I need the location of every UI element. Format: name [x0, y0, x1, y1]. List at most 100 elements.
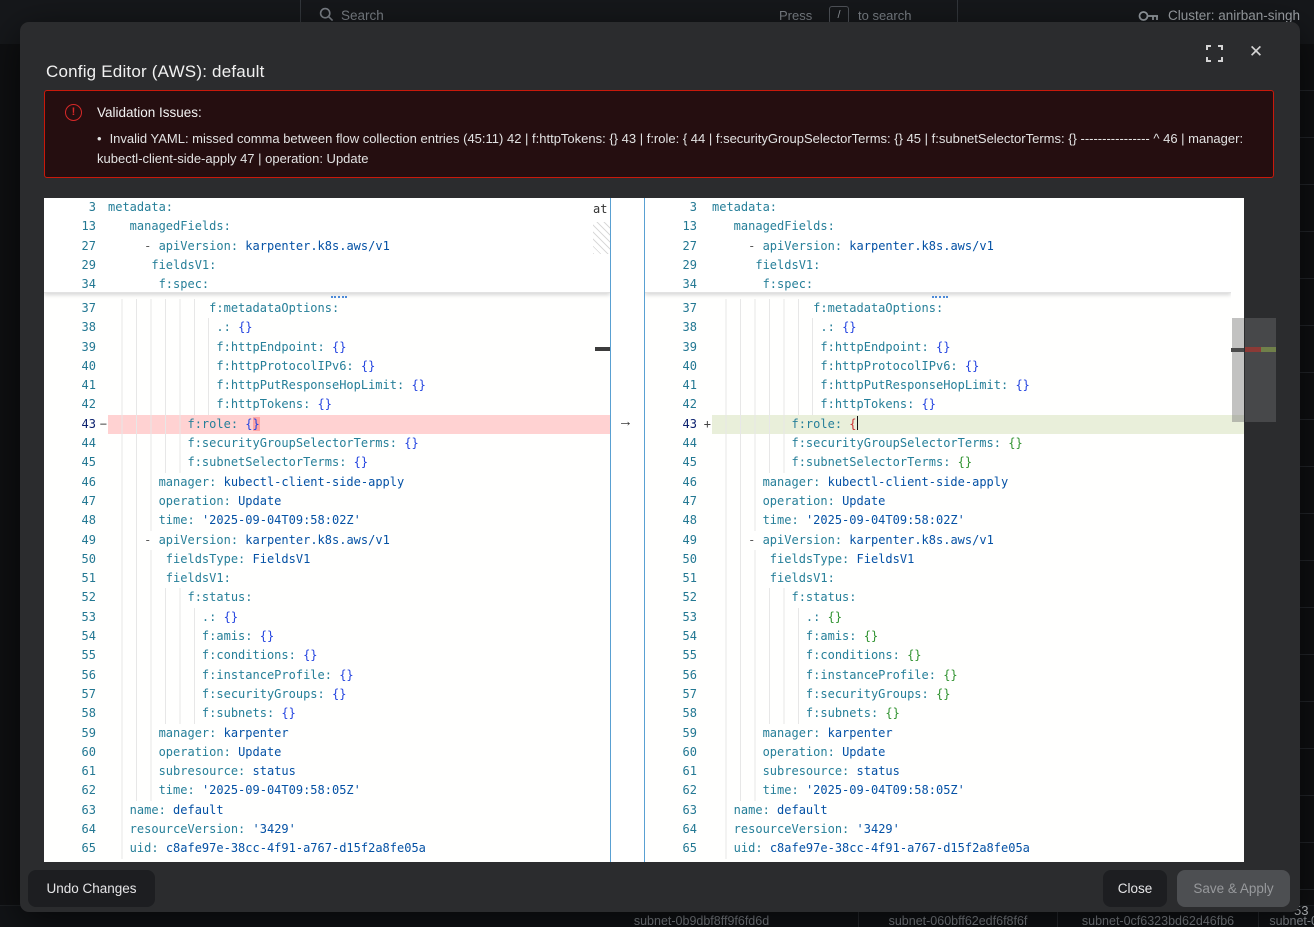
code-line: 45 f:subnetSelectorTerms: {} [44, 453, 610, 472]
error-squiggle [932, 294, 948, 298]
code-line: 66spec: [44, 859, 610, 862]
sticky-scroll-right: 3metadata:13 managedFields:27 - apiVersi… [645, 198, 1231, 293]
code-line: 47 operation: Update [645, 492, 1231, 511]
code-line: 46 manager: kubectl-client-side-apply [44, 473, 610, 492]
code-line: 42 f:httpTokens: {} [645, 395, 1231, 414]
code-line: 13 managedFields: [44, 217, 610, 236]
code-line: 56 f:instanceProfile: {} [44, 666, 610, 685]
close-button[interactable]: Close [1103, 870, 1167, 907]
code-line: 48 time: '2025-09-04T09:58:02Z' [645, 511, 1231, 530]
code-line: 47 operation: Update [44, 492, 610, 511]
diff-modified-pane[interactable]: 3metadata:13 managedFields:27 - apiVersi… [645, 198, 1231, 862]
code-line: 39 f:httpEndpoint: {} [44, 338, 610, 357]
code-line: 58 f:subnets: {} [44, 704, 610, 723]
code-line: 29 fieldsV1: [44, 256, 610, 275]
code-line: 50 fieldsType: FieldsV1 [645, 550, 1231, 569]
code-line: 51 fieldsV1: [44, 569, 610, 588]
code-line: 43− f:role: {} [44, 415, 610, 434]
clipped-code-fragment: at [593, 200, 607, 218]
overview-ruler-mark [595, 347, 610, 351]
diff-original-pane[interactable]: 3metadata:13 managedFields:27 - apiVersi… [44, 198, 610, 862]
yaml-diff-editor: 3metadata:13 managedFields:27 - apiVersi… [44, 198, 1276, 862]
code-line: 49 - apiVersion: karpenter.k8s.aws/v1 [44, 531, 610, 550]
code-line: 48 time: '2025-09-04T09:58:02Z' [44, 511, 610, 530]
cluster-label: Cluster: anirban-singh [1168, 8, 1300, 23]
code-line: 38 .: {} [645, 318, 1231, 337]
code-line: 46 manager: kubectl-client-side-apply [645, 473, 1231, 492]
diff-overview-ruler[interactable] [1245, 198, 1276, 862]
vertical-scrollbar[interactable] [1231, 198, 1244, 862]
screen: Search Press / to search Cluster: anirba… [0, 0, 1314, 927]
code-line: 65 uid: c8afe97e-38cc-4f91-a767-d15f2a8f… [44, 839, 610, 858]
code-line: 54 f:amis: {} [44, 627, 610, 646]
code-line: 27 - apiVersion: karpenter.k8s.aws/v1 [645, 237, 1231, 256]
code-line: 53 .: {} [44, 608, 610, 627]
code-line: 41 f:httpPutResponseHopLimit: {} [44, 376, 610, 395]
code-line: 37 f:metadataOptions: [645, 299, 1231, 318]
code-line: 39 f:httpEndpoint: {} [645, 338, 1231, 357]
code-line: 44 f:securityGroupSelectorTerms: {} [44, 434, 610, 453]
code-line: 54 f:amis: {} [645, 627, 1231, 646]
code-line: 3metadata: [645, 198, 1231, 217]
code-line: 57 f:securityGroups: {} [44, 685, 610, 704]
close-icon[interactable]: ✕ [1244, 40, 1268, 64]
code-line: 13 managedFields: [645, 217, 1231, 236]
to-search-label: to search [858, 8, 911, 23]
code-line: 62 time: '2025-09-04T09:58:05Z' [44, 781, 610, 800]
code-line: 52 f:status: [645, 588, 1231, 607]
code-line: 53 .: {} [645, 608, 1231, 627]
code-line: 34 f:spec: [44, 275, 610, 294]
code-line: 61 subresource: status [44, 762, 610, 781]
exclamation-circle-icon: ! [65, 104, 82, 121]
diff-diagonal-fill [593, 222, 610, 254]
scrollbar-diff-mark [1231, 348, 1244, 352]
code-line: 57 f:securityGroups: {} [645, 685, 1231, 704]
save-apply-button[interactable]: Save & Apply [1177, 870, 1290, 907]
overview-inserted-mark [1261, 347, 1276, 352]
code-line: 64 resourceVersion: '3429' [645, 820, 1231, 839]
code-line: 34 f:spec: [645, 275, 1231, 294]
code-line: 43+ f:role: { [645, 415, 1231, 434]
error-squiggle [331, 294, 347, 298]
code-line: 45 f:subnetSelectorTerms: {} [645, 453, 1231, 472]
code-line: 44 f:securityGroupSelectorTerms: {} [645, 434, 1231, 453]
sticky-scroll-left: 3metadata:13 managedFields:27 - apiVersi… [44, 198, 610, 293]
code-line: 40 f:httpProtocolIPv6: {} [645, 357, 1231, 376]
diff-sash[interactable]: → [610, 198, 645, 862]
code-line: 50 fieldsType: FieldsV1 [44, 550, 610, 569]
validation-banner: ! Validation Issues: •Invalid YAML: miss… [44, 90, 1274, 178]
code-line: 63 name: default [645, 801, 1231, 820]
code-line: 61 subresource: status [645, 762, 1231, 781]
code-line: 42 f:httpTokens: {} [44, 395, 610, 414]
code-line: 29 fieldsV1: [645, 256, 1231, 275]
bullet: • [97, 131, 102, 146]
code-line: 62 time: '2025-09-04T09:58:05Z' [645, 781, 1231, 800]
code-line: 66spec: [645, 859, 1231, 862]
code-line: 27 - apiVersion: karpenter.k8s.aws/v1 [44, 237, 610, 256]
code-line: 37 f:metadataOptions: [44, 299, 610, 318]
code-line: 60 operation: Update [645, 743, 1231, 762]
code-line: 59 manager: karpenter [645, 724, 1231, 743]
config-editor-modal: Config Editor (AWS): default ✕ ! Validat… [20, 22, 1300, 912]
background-table-edge [1300, 44, 1314, 905]
undo-changes-button[interactable]: Undo Changes [28, 870, 155, 907]
overview-deleted-mark [1245, 347, 1261, 352]
code-line: 38 .: {} [44, 318, 610, 337]
code-line: 64 resourceVersion: '3429' [44, 820, 610, 839]
code-line: 56 f:instanceProfile: {} [645, 666, 1231, 685]
scrollbar-thumb[interactable] [1232, 318, 1244, 422]
code-line: 55 f:conditions: {} [645, 646, 1231, 665]
code-line: 60 operation: Update [44, 743, 610, 762]
expand-icon[interactable] [1206, 45, 1223, 62]
revert-change-arrow[interactable]: → [618, 413, 633, 430]
code-line: 49 - apiVersion: karpenter.k8s.aws/v1 [645, 531, 1231, 550]
search-icon [319, 7, 334, 22]
code-line: 41 f:httpPutResponseHopLimit: {} [645, 376, 1231, 395]
code-line: 52 f:status: [44, 588, 610, 607]
press-label: Press [779, 8, 812, 23]
code-line: 55 f:conditions: {} [44, 646, 610, 665]
code-line: 3metadata: [44, 198, 610, 217]
code-line: 65 uid: c8afe97e-38cc-4f91-a767-d15f2a8f… [645, 839, 1231, 858]
code-line: 51 fieldsV1: [645, 569, 1231, 588]
code-line: 58 f:subnets: {} [645, 704, 1231, 723]
